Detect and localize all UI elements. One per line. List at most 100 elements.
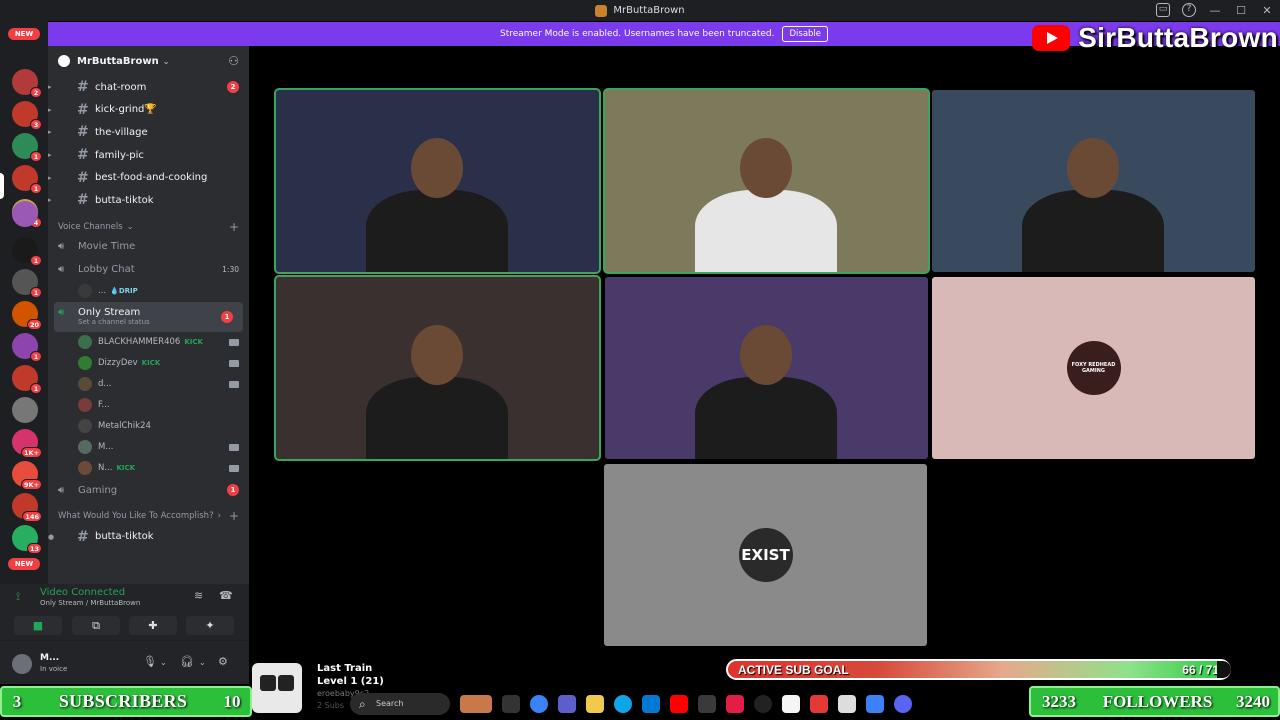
video-tile[interactable] (605, 277, 928, 459)
channel-chat-room[interactable]: ▸ # chat-room 2 (48, 76, 249, 99)
capcut-icon[interactable] (838, 695, 856, 713)
video-tile[interactable] (276, 90, 599, 272)
store-icon[interactable] (642, 695, 660, 713)
soundboard-button[interactable]: ✦ (186, 616, 234, 635)
voice-location[interactable]: Only Stream / MrButtaBrown (40, 599, 140, 607)
voice-category-label: Voice Channels (58, 221, 123, 232)
server-icon[interactable] (12, 201, 38, 227)
voice-member[interactable]: DizzyDev KICK (48, 353, 249, 374)
taskview-icon[interactable] (502, 695, 520, 713)
gear-icon[interactable]: ⚙ (218, 655, 228, 668)
server-icon[interactable]: 1 (12, 133, 42, 162)
server-icon[interactable]: 20 (12, 301, 42, 330)
chevron-down-icon[interactable]: ⌄ (199, 658, 206, 667)
channel-the-village[interactable]: ▸ # the-village (48, 121, 249, 144)
voice-channel-movie-time[interactable]: 🔊︎ Movie Time (48, 236, 249, 259)
disconnect-icon[interactable]: ☎ (219, 589, 233, 602)
voice-member[interactable]: F... (48, 395, 249, 416)
server-icon[interactable]: 3 (12, 101, 42, 130)
search-input[interactable]: Search (350, 693, 450, 715)
screen-share-button[interactable]: ⧉ (72, 616, 120, 635)
member-name: N... (98, 463, 113, 474)
server-icon[interactable]: 1 (12, 365, 42, 394)
server-header[interactable]: MrButtaBrown ⌄ ⚇ (48, 46, 249, 76)
add-channel-icon[interactable]: + (229, 510, 239, 522)
activities-button[interactable]: ✚ (129, 616, 177, 635)
category-accomplish[interactable]: What Would You Like To Accomplish? › + (48, 501, 249, 525)
folder-icon[interactable] (586, 695, 604, 713)
invite-icon[interactable]: ⚇ (228, 54, 239, 68)
voice-member[interactable]: N... KICK (48, 458, 249, 479)
inbox-icon[interactable]: ▭ (1156, 3, 1170, 17)
new-servers-badge[interactable]: NEW (8, 558, 40, 570)
voice-member[interactable]: MetalChik24 (48, 416, 249, 437)
widget-icon[interactable] (460, 695, 492, 713)
help-icon[interactable]: ? (1182, 3, 1196, 17)
voice-user-tag: 💧DRIP (110, 287, 138, 296)
channel-family-pic[interactable]: ▸ # family-pic (48, 144, 249, 167)
voice-channel-lobby-chat[interactable]: 🔊︎ Lobby Chat 1:30 (48, 258, 249, 281)
server-icon[interactable]: 146 (12, 493, 42, 522)
maximize-button[interactable]: ☐ (1228, 0, 1254, 21)
voice-user[interactable]: ... 💧DRIP (48, 281, 249, 302)
minimize-button[interactable]: — (1202, 0, 1228, 21)
album-art (252, 663, 302, 713)
video-tile[interactable]: EXIST (604, 464, 927, 646)
video-tile[interactable] (932, 90, 1255, 272)
noise-suppression-icon[interactable]: ≋ (194, 589, 203, 602)
microphone-icon[interactable]: 🎙︎ (143, 655, 157, 668)
camera-icon (229, 359, 239, 367)
channel-best-food-and-cooking[interactable]: ▸ # best-food-and-cooking (48, 166, 249, 189)
avatar[interactable] (12, 654, 32, 674)
camera-button[interactable]: ■ (14, 616, 62, 635)
channel-butta-tiktok-2[interactable]: ● # butta-tiktok (48, 525, 249, 548)
voice-status[interactable]: Video Connected (40, 587, 125, 598)
app-icon[interactable] (810, 695, 828, 713)
server-icon[interactable]: 1 (12, 165, 42, 194)
signal-icon[interactable]: ⟟ (16, 590, 20, 604)
server-icon[interactable] (12, 397, 38, 423)
server-rail: NEW 2 3 1 1 4 1 1 20 1 1 1K+ 9K+ 146 13 NEW (0, 21, 48, 584)
tiktok-icon[interactable] (726, 695, 744, 713)
video-tile[interactable] (605, 90, 928, 272)
voice-channel-only-stream[interactable]: 🔊︎ Only Stream Set a channel status 1 (54, 301, 243, 332)
server-icon[interactable]: 2 (12, 69, 42, 98)
channel-status[interactable]: Set a channel status (58, 318, 150, 326)
app-icon[interactable] (754, 695, 772, 713)
new-servers-badge[interactable]: NEW (8, 28, 40, 40)
server-icon[interactable]: 1 (12, 269, 42, 298)
voice-category[interactable]: Voice Channels ⌄ + (48, 212, 249, 236)
headphones-icon[interactable]: 🎧︎ (180, 655, 194, 668)
voice-member[interactable]: d... (48, 374, 249, 395)
speaker-icon: 🔊︎ (58, 484, 65, 496)
mention-badge: 3 (30, 119, 42, 130)
voice-member[interactable]: BLACKHAMMER406 KICK (48, 332, 249, 353)
video-tile[interactable]: FOXY REDHEAD GAMING (932, 277, 1255, 459)
server-icon[interactable]: 1K+ (12, 429, 42, 458)
user-name[interactable]: M... (40, 653, 59, 663)
video-tile[interactable] (276, 277, 599, 459)
channel-butta-tiktok[interactable]: ▸ # butta-tiktok (48, 189, 249, 212)
sub-goal-value: 66 / 71 (1182, 662, 1219, 677)
app-icon[interactable] (782, 695, 800, 713)
add-channel-icon[interactable]: + (229, 221, 239, 233)
edge-icon[interactable] (614, 695, 632, 713)
youtube-app-icon[interactable] (670, 695, 688, 713)
teams-icon[interactable] (558, 695, 576, 713)
server-icon[interactable]: 9K+ (12, 461, 42, 490)
server-icon[interactable]: 1 (12, 237, 42, 266)
followers-goal: 3240 (1236, 691, 1270, 711)
discord-icon[interactable] (894, 695, 912, 713)
app-icon[interactable] (866, 695, 884, 713)
voice-member[interactable]: M... (48, 437, 249, 458)
obs-icon[interactable] (698, 695, 716, 713)
voice-channel-gaming[interactable]: 🔊︎ Gaming 1 (48, 479, 249, 502)
server-icon[interactable]: 1 (12, 333, 42, 362)
chevron-down-icon[interactable]: ⌄ (160, 658, 167, 667)
copilot-icon[interactable] (530, 695, 548, 713)
channel-label: family-pic (95, 149, 144, 161)
close-button[interactable]: ✕ (1254, 0, 1280, 21)
server-icon[interactable]: 13 (12, 525, 42, 554)
channel-kick-grind[interactable]: ▸ # kick-grind🏆 (48, 99, 249, 122)
disable-button[interactable]: Disable (782, 26, 829, 42)
